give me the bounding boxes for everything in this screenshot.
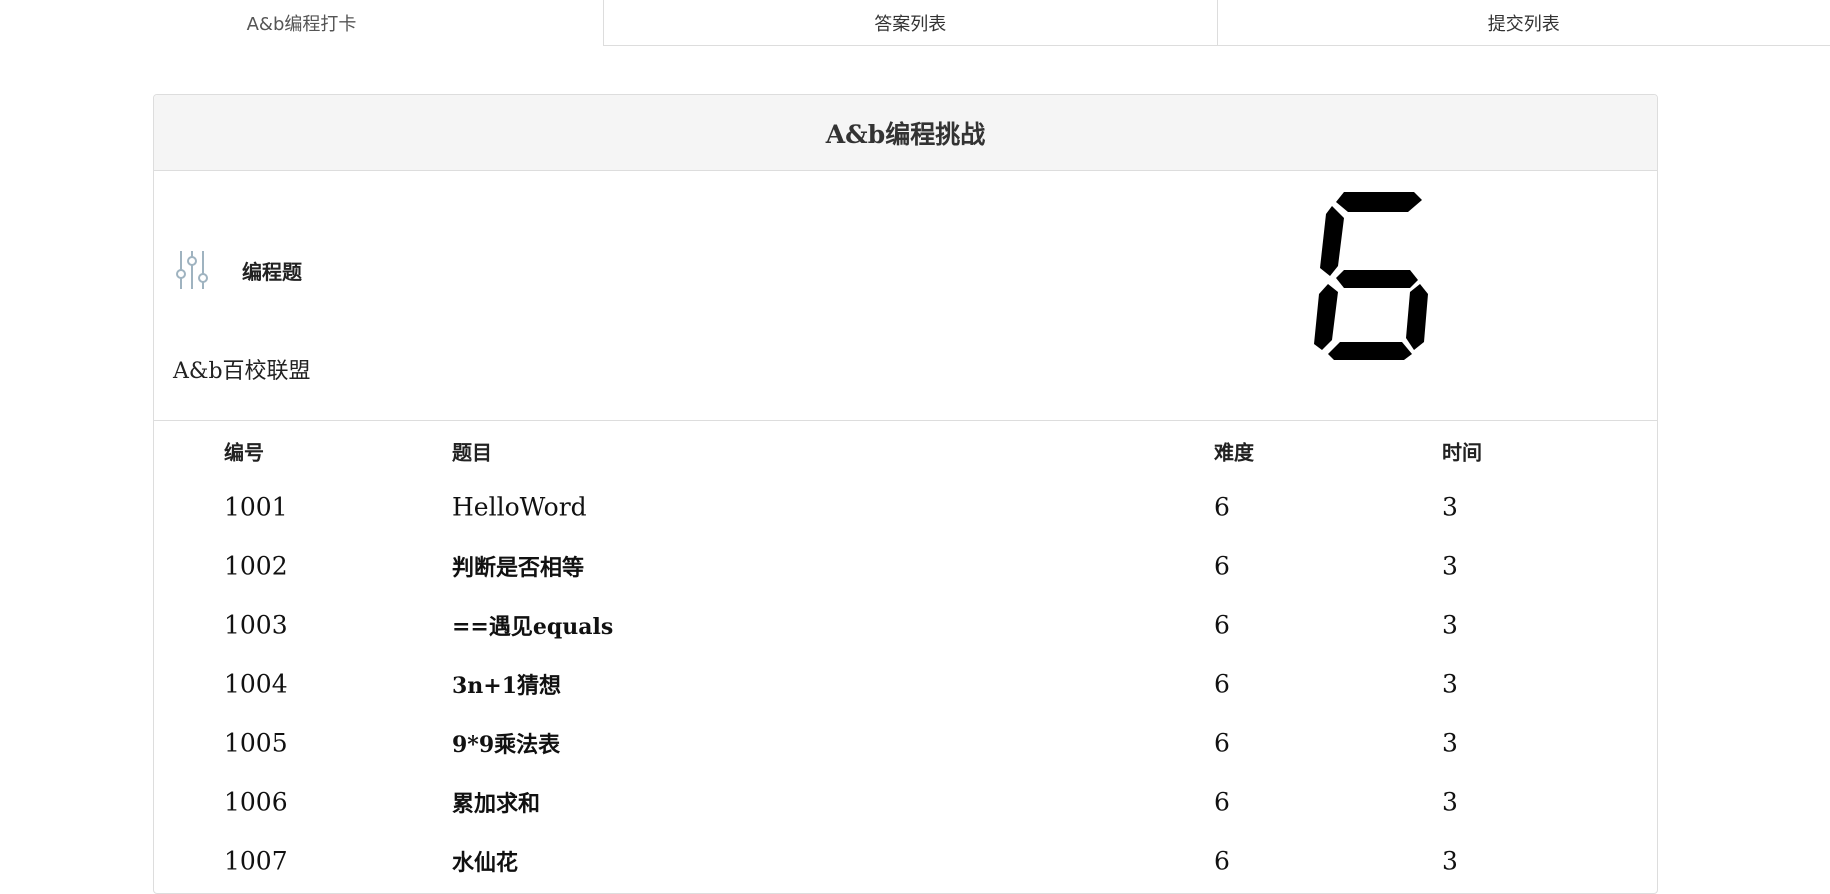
table-row[interactable]: 1007 水仙花 6 3 [154,831,1657,890]
organization-label: A&b百校联盟 [173,353,311,385]
top-tab-bar: A&b编程打卡 答案列表 提交列表 [0,0,1830,46]
tab-submission-list[interactable]: 提交列表 [1217,0,1830,46]
row-difficulty: 6 [1214,669,1230,698]
header-title: 题目 [452,437,492,466]
row-difficulty: 6 [1214,551,1230,580]
row-id: 1006 [224,787,288,816]
row-time: 3 [1442,669,1458,698]
row-title-link[interactable]: 水仙花 [452,845,518,877]
table-header: 编号 题目 难度 时间 [154,421,1657,479]
row-id: 1001 [224,492,288,521]
row-time: 3 [1442,846,1458,875]
row-id: 1005 [224,728,288,757]
countdown-digit: 6 [1314,188,1430,364]
row-time: 3 [1442,551,1458,580]
row-time: 3 [1442,492,1458,521]
row-id: 1007 [224,846,288,875]
challenge-panel: A&b编程挑战 编程题 A&b百校联盟 6 [153,94,1658,894]
problem-type-label: 编程题 [242,256,302,285]
tab-answer-list[interactable]: 答案列表 [603,0,1217,46]
row-title-link[interactable]: 3n+1猜想 [452,668,561,700]
problem-type: 编程题 [174,249,302,291]
header-id: 编号 [224,437,264,466]
header-difficulty: 难度 [1214,437,1254,466]
problem-table: 编号 题目 难度 时间 1001 HelloWord 6 3 1002 判断是否… [154,421,1657,892]
table-row[interactable]: 1001 HelloWord 6 3 [154,477,1657,536]
table-row[interactable]: 1003 ==遇见equals 6 3 [154,595,1657,654]
row-difficulty: 6 [1214,610,1230,639]
row-difficulty: 6 [1214,492,1230,521]
table-row[interactable]: 1006 累加求和 6 3 [154,772,1657,831]
row-id: 1002 [224,551,288,580]
row-time: 3 [1442,728,1458,757]
row-id: 1003 [224,610,288,639]
row-difficulty: 6 [1214,846,1230,875]
table-row[interactable]: 1004 3n+1猜想 6 3 [154,654,1657,713]
row-title-link[interactable]: HelloWord [452,492,587,521]
row-difficulty: 6 [1214,787,1230,816]
row-title-link[interactable]: ==遇见equals [452,609,613,641]
table-row[interactable]: 1005 9*9乘法表 6 3 [154,713,1657,772]
row-difficulty: 6 [1214,728,1230,757]
sliders-icon [174,249,210,291]
tab-checkin[interactable]: A&b编程打卡 [0,0,603,46]
row-time: 3 [1442,787,1458,816]
row-title-link[interactable]: 9*9乘法表 [452,727,560,759]
panel-title: A&b编程挑战 [154,95,1657,171]
challenge-info: 编程题 A&b百校联盟 6 [154,171,1657,421]
header-time: 时间 [1442,437,1482,466]
row-id: 1004 [224,669,288,698]
row-time: 3 [1442,610,1458,639]
row-title-link[interactable]: 判断是否相等 [452,550,584,582]
row-title-link[interactable]: 累加求和 [452,786,540,818]
table-row[interactable]: 1002 判断是否相等 6 3 [154,536,1657,595]
